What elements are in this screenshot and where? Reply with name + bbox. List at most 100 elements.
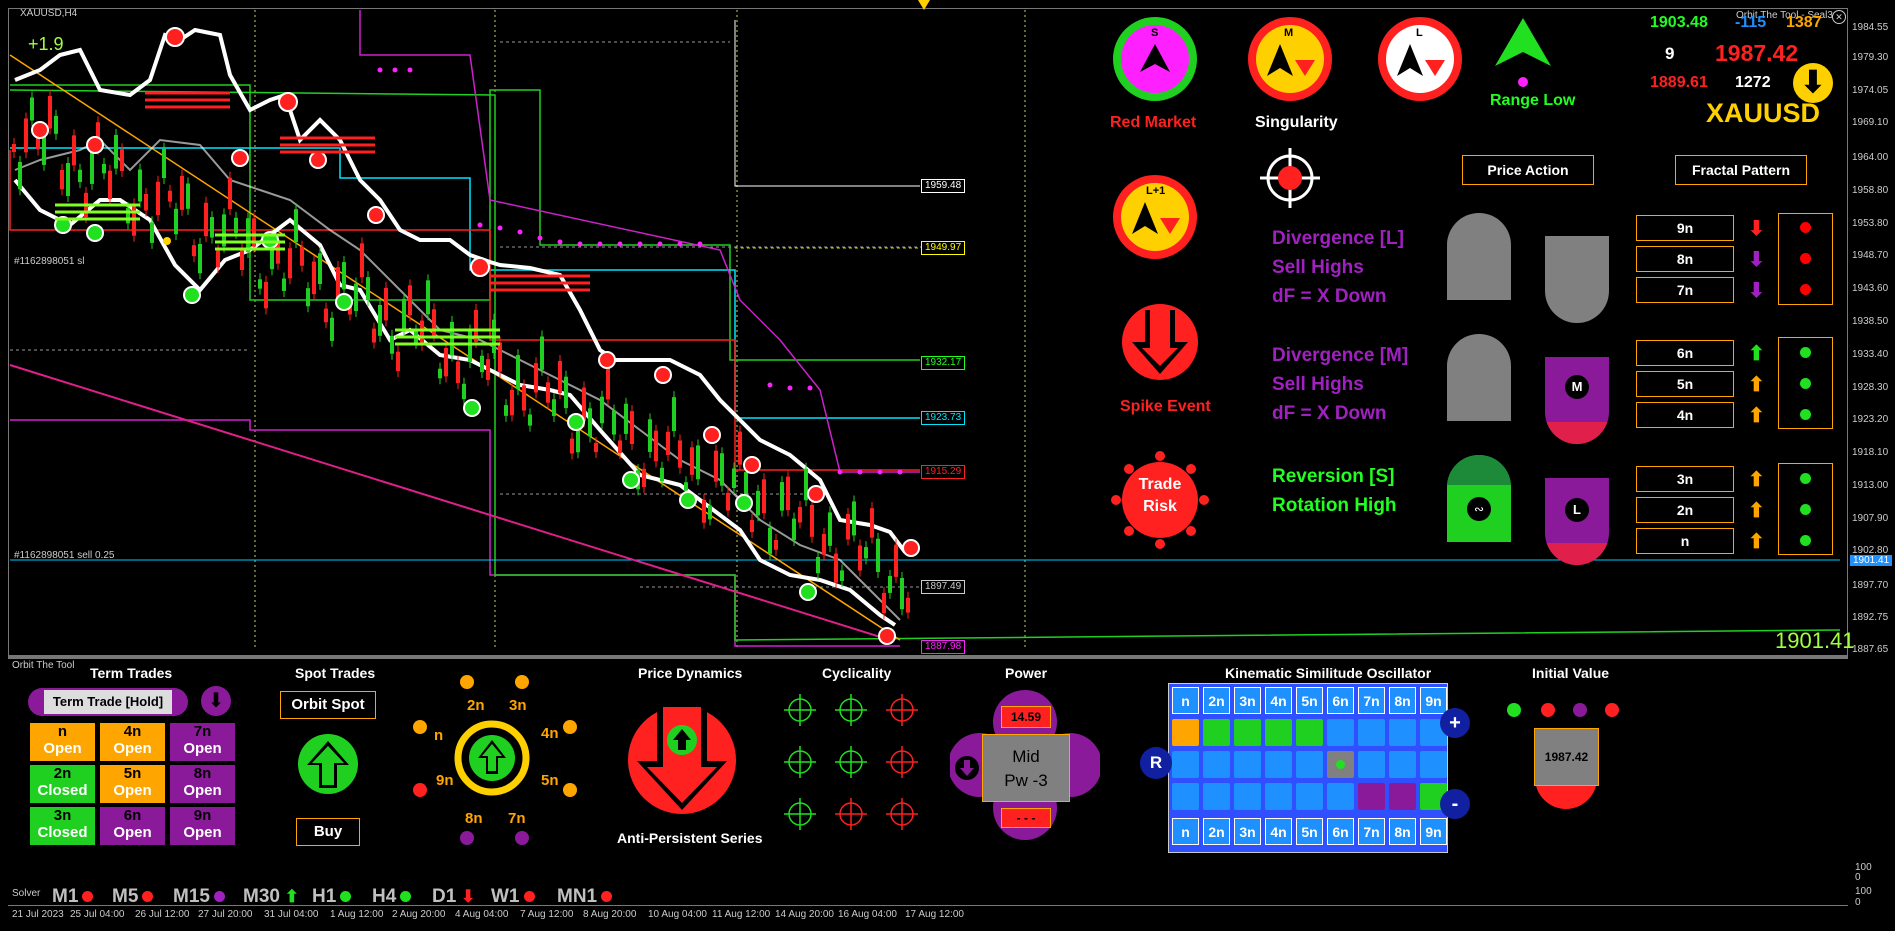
timeframe-mn1-button[interactable]: MN1 <box>557 886 613 908</box>
kso-cell[interactable] <box>1358 719 1385 746</box>
status-dot-icon <box>523 891 535 903</box>
timeframe-h1-button[interactable]: H1 <box>312 886 352 908</box>
candle <box>690 447 694 475</box>
kso-cell[interactable] <box>1296 719 1323 746</box>
kso-cell[interactable] <box>1265 751 1292 778</box>
orbit-spot-button[interactable]: Orbit Spot <box>280 691 376 719</box>
buy-button[interactable]: Buy <box>296 818 360 846</box>
kso-cell[interactable] <box>1296 783 1323 810</box>
kso-header-cell: 4n <box>1265 687 1292 714</box>
candle <box>726 492 730 511</box>
kso-cell[interactable] <box>1172 751 1199 778</box>
timeframe-m30-button[interactable]: M30 ⬆ <box>243 886 299 908</box>
kso-cell[interactable] <box>1234 719 1261 746</box>
candle <box>534 363 538 393</box>
timeframe-d1-button[interactable]: D1 ⬇ <box>432 886 475 908</box>
term-trade-cell[interactable]: 5n Open <box>100 765 165 803</box>
timeframe-label: H1 <box>312 886 337 907</box>
term-trade-cell[interactable]: 7n Open <box>170 723 235 761</box>
timeframe-m5-button[interactable]: M5 <box>112 886 154 908</box>
kso-cell[interactable] <box>1389 719 1416 746</box>
kso-cell[interactable] <box>1420 751 1447 778</box>
kso-cell[interactable] <box>1203 719 1230 746</box>
fractal-status-dot <box>1800 284 1811 295</box>
term-trade-cell[interactable]: n Open <box>30 723 95 761</box>
kso-header-cell: 8n <box>1389 687 1416 714</box>
close-icon[interactable]: ✕ <box>1832 10 1846 24</box>
kso-cell[interactable] <box>1234 751 1261 778</box>
term-cell-period: 6n <box>123 807 142 824</box>
cyclicality-grid <box>784 694 918 830</box>
candle <box>102 163 106 174</box>
candle <box>306 288 310 307</box>
term-trade-cell[interactable]: 2n Closed <box>30 765 95 803</box>
candle <box>162 148 166 179</box>
price-action-shape <box>1447 213 1511 300</box>
orbit-dial[interactable] <box>410 670 585 855</box>
kso-cell[interactable] <box>1327 719 1354 746</box>
term-cell-period: 8n <box>193 765 212 782</box>
kso-cell[interactable] <box>1296 751 1323 778</box>
timeframe-h4-button[interactable]: H4 <box>372 886 412 908</box>
term-cell-period: 9n <box>193 807 212 824</box>
time-axis-label: 16 Aug 04:00 <box>838 909 897 920</box>
kso-cell[interactable] <box>1172 719 1199 746</box>
candle <box>366 277 370 301</box>
kso-cell[interactable] <box>1389 783 1416 810</box>
term-trade-cell[interactable]: 3n Closed <box>30 807 95 845</box>
kso-cell[interactable] <box>1203 783 1230 810</box>
kso-cell[interactable] <box>1203 751 1230 778</box>
term-trade-hold-button[interactable]: Term Trade [Hold] <box>28 688 188 716</box>
kso-plus-button[interactable]: + <box>1440 708 1470 738</box>
kso-cell[interactable] <box>1172 783 1199 810</box>
candle <box>450 321 454 356</box>
timeframe-m15-button[interactable]: M15 <box>173 886 225 908</box>
kso-cell[interactable] <box>1327 751 1354 778</box>
kso-r-button[interactable]: R <box>1140 747 1172 779</box>
div-l-1: Divergence [L] <box>1272 228 1404 249</box>
symbol-title: XAUUSD <box>1706 98 1821 128</box>
term-trade-cell[interactable]: 6n Open <box>100 807 165 845</box>
kso-cell[interactable] <box>1234 783 1261 810</box>
term-trade-cell[interactable]: 9n Open <box>170 807 235 845</box>
term-cell-status: Open <box>183 782 222 799</box>
kso-cell[interactable] <box>1358 751 1385 778</box>
level-label: 1959.48 <box>921 179 966 193</box>
level-label: 1923.73 <box>921 411 966 425</box>
term-trade-cell[interactable]: 4n Open <box>100 723 165 761</box>
singularity-label: Singularity <box>1255 114 1338 131</box>
fractal-pattern-button[interactable]: Fractal Pattern <box>1675 155 1807 185</box>
top-arrow-icon <box>918 0 930 10</box>
down-circle-icon[interactable]: ⬇ <box>201 686 231 716</box>
power-box: Mid Pw -3 <box>982 734 1070 802</box>
candle <box>828 512 832 546</box>
term-trade-cell[interactable]: 8n Open <box>170 765 235 803</box>
candle <box>600 396 604 424</box>
candle <box>660 467 664 482</box>
term-cell-status: Open <box>43 740 82 757</box>
arrow-up-icon: ⬆ <box>1748 374 1765 396</box>
candle <box>42 134 46 165</box>
price-action-button[interactable]: Price Action <box>1462 155 1594 185</box>
timeframe-label: MN1 <box>557 886 598 907</box>
timeframe-m1-button[interactable]: M1 <box>52 886 94 908</box>
candle <box>150 222 154 243</box>
kso-cell[interactable] <box>1358 783 1385 810</box>
big-price-label: 1901.41 <box>1775 628 1855 653</box>
l1-label: L+1 <box>1146 185 1166 197</box>
kso-cell[interactable] <box>1265 783 1292 810</box>
arrow-up-icon: ⬆ <box>1748 500 1765 522</box>
orbit-label: 8n <box>465 810 483 827</box>
order-label-sell: #1162898051 sell 0.25 <box>14 550 115 561</box>
term-cell-status: Closed <box>37 782 88 799</box>
kso-cell[interactable] <box>1265 719 1292 746</box>
candle <box>468 330 472 363</box>
timeframe-w1-button[interactable]: W1 <box>491 886 535 908</box>
l-label: L <box>1416 27 1423 39</box>
level-label: 1897.49 <box>921 580 966 594</box>
candle <box>522 385 526 411</box>
kso-cell[interactable] <box>1327 783 1354 810</box>
candle <box>570 438 574 454</box>
kso-minus-button[interactable]: - <box>1440 789 1470 819</box>
kso-cell[interactable] <box>1389 751 1416 778</box>
